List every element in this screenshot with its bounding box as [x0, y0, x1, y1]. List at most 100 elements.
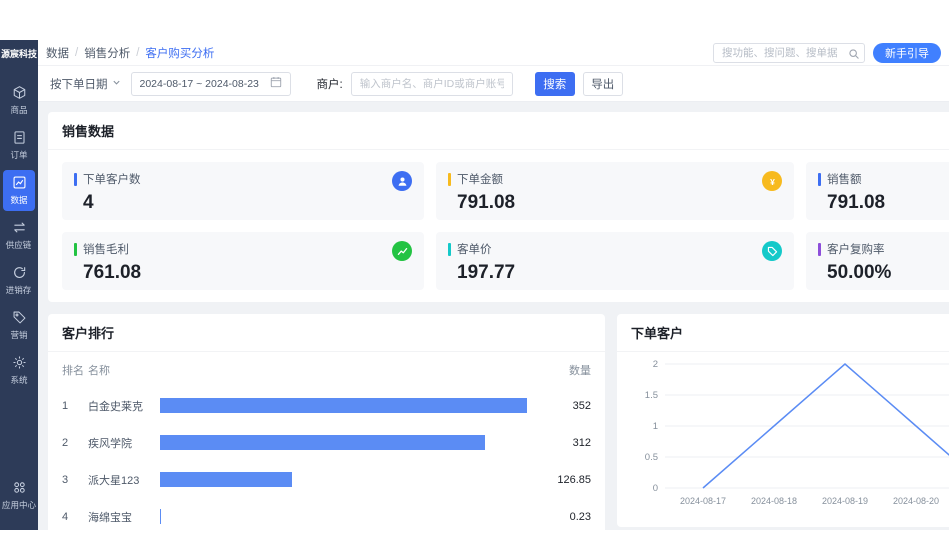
- date-type-dropdown[interactable]: 按下单日期: [50, 76, 121, 92]
- date-range-picker[interactable]: [131, 72, 291, 96]
- stat-gross-profit: 销售毛利 761.08: [62, 232, 424, 290]
- sidebar-item-system[interactable]: 系统: [3, 350, 35, 391]
- sidebar-item-orders[interactable]: 订单: [3, 125, 35, 166]
- customer-badge-icon: [392, 171, 412, 191]
- customer-ranking-card: 客户排行 排名 名称 数量 1 白金史莱克 352: [48, 314, 605, 530]
- date-range-input[interactable]: [140, 78, 266, 90]
- stat-label-row: 下单客户数: [74, 171, 412, 187]
- sidebar-item-goods[interactable]: 商品: [3, 80, 35, 121]
- stat-label: 销售毛利: [83, 241, 129, 257]
- breadcrumb-sales-analysis[interactable]: 销售分析: [84, 45, 130, 61]
- column-header-name: 名称: [88, 362, 150, 378]
- customer-ranking-table: 排名 名称 数量 1 白金史莱克 352 2: [48, 352, 605, 530]
- customer-name-cell: 海绵宝宝: [88, 509, 150, 525]
- breadcrumb-current-page: 客户购买分析: [145, 45, 214, 61]
- beginner-guide-button[interactable]: 新手引导: [873, 43, 941, 63]
- stat-accent-bar: [448, 173, 451, 186]
- stat-label-row: 销售额: [818, 171, 949, 187]
- stat-order-amount: 下单金额 791.08 ¥: [436, 162, 794, 220]
- search-button[interactable]: 搜索: [535, 72, 575, 96]
- search-icon[interactable]: [848, 47, 860, 59]
- sidebar: 源宸科技 商品 订单 数据 供应链 进销存: [0, 40, 38, 530]
- sidebar-item-app-center[interactable]: 应用中心: [3, 475, 35, 516]
- stat-accent-bar: [448, 243, 451, 256]
- topbar: 数据 / 销售分析 / 客户购买分析 新手引导: [38, 40, 949, 66]
- stat-label: 客单价: [457, 241, 492, 257]
- order-customers-title: 下单客户: [617, 314, 949, 352]
- rank-bar: [160, 472, 292, 487]
- bar-track: [160, 509, 527, 524]
- sidebar-item-inventory[interactable]: 进销存: [3, 260, 35, 301]
- sidebar-item-label: 订单: [10, 148, 27, 160]
- customer-name-cell: 白金史莱克: [88, 398, 150, 414]
- sales-data-card: 销售数据 下单客户数 4 下单金额: [48, 112, 949, 302]
- brand-logo: 源宸科技: [0, 40, 38, 66]
- rank-bar: [160, 435, 485, 450]
- svg-text:1.5: 1.5: [645, 390, 658, 401]
- topbar-right: 新手引导: [713, 43, 941, 63]
- stat-order-customer-count: 下单客户数 4: [62, 162, 424, 220]
- bottom-row: 客户排行 排名 名称 数量 1 白金史莱克 352: [48, 314, 949, 530]
- bar-track: [160, 472, 527, 487]
- sidebar-item-data[interactable]: 数据: [3, 170, 35, 211]
- svg-text:1: 1: [653, 421, 658, 432]
- customer-name-cell: 派大星123: [88, 472, 150, 488]
- svg-text:2: 2: [653, 359, 658, 370]
- quantity-cell: 126.85: [537, 474, 591, 486]
- stat-label: 下单金额: [457, 171, 503, 187]
- stat-value: 761.08: [74, 262, 412, 284]
- supply-chain-icon: [12, 220, 27, 235]
- order-customers-line-chart: 00.511.522024-08-172024-08-182024-08-192…: [617, 352, 949, 527]
- tag-badge-icon: [762, 241, 782, 261]
- column-header-rank: 排名: [62, 362, 88, 378]
- marketing-tag-icon: [12, 310, 27, 325]
- yuan-badge-icon: ¥: [762, 171, 782, 191]
- svg-text:2024-08-18: 2024-08-18: [751, 496, 797, 506]
- sidebar-nav: 商品 订单 数据 供应链 进销存 营销: [0, 66, 38, 391]
- global-search: [713, 43, 865, 63]
- data-chart-icon: [12, 175, 27, 190]
- stat-value: 791.08: [818, 192, 949, 214]
- export-button[interactable]: 导出: [583, 72, 623, 96]
- stat-value: 4: [74, 192, 412, 214]
- sidebar-item-label: 系统: [10, 373, 27, 385]
- breadcrumb-separator: /: [75, 47, 78, 59]
- table-row: 3 派大星123 126.85: [62, 461, 591, 498]
- stat-label-row: 销售毛利: [74, 241, 412, 257]
- quantity-cell: 312: [537, 437, 591, 449]
- inventory-icon: [12, 265, 27, 280]
- stat-value: 791.08: [448, 192, 782, 214]
- gear-icon: [12, 355, 27, 370]
- svg-text:2024-08-20: 2024-08-20: [893, 496, 939, 506]
- rank-cell: 4: [62, 511, 88, 523]
- stat-sales-amount: 销售额 791.08: [806, 162, 949, 220]
- sidebar-item-label: 应用中心: [2, 498, 36, 510]
- content-area: 销售数据 下单客户数 4 下单金额: [38, 102, 949, 530]
- merchant-search-input[interactable]: [360, 78, 504, 90]
- sales-data-title: 销售数据: [48, 112, 949, 150]
- merchant-search-field: [351, 72, 513, 96]
- stat-label: 下单客户数: [83, 171, 141, 187]
- main-area: 数据 / 销售分析 / 客户购买分析 新手引导: [38, 40, 949, 530]
- sidebar-item-marketing[interactable]: 营销: [3, 305, 35, 346]
- breadcrumb-data[interactable]: 数据: [46, 45, 69, 61]
- chevron-down-icon: [112, 78, 121, 90]
- global-search-input[interactable]: [713, 43, 865, 63]
- table-row: 4 海绵宝宝 0.23: [62, 498, 591, 530]
- filter-bar: 按下单日期 商户: 搜索 导出: [38, 66, 949, 102]
- app-center-grid-icon: [12, 480, 27, 495]
- sidebar-item-label: 商品: [10, 103, 27, 115]
- stat-accent-bar: [74, 243, 77, 256]
- svg-text:¥: ¥: [770, 176, 775, 186]
- stat-value: 50.00%: [818, 262, 949, 284]
- bar-track: [160, 398, 527, 413]
- calendar-icon: [270, 76, 282, 91]
- sidebar-item-supply-chain[interactable]: 供应链: [3, 215, 35, 256]
- rank-bar: [160, 398, 527, 413]
- date-type-label: 按下单日期: [50, 76, 108, 92]
- stat-accent-bar: [818, 243, 821, 256]
- quantity-cell: 352: [537, 400, 591, 412]
- breadcrumb-separator: /: [136, 47, 139, 59]
- stat-label-row: 下单金额: [448, 171, 782, 187]
- svg-text:0.5: 0.5: [645, 452, 658, 463]
